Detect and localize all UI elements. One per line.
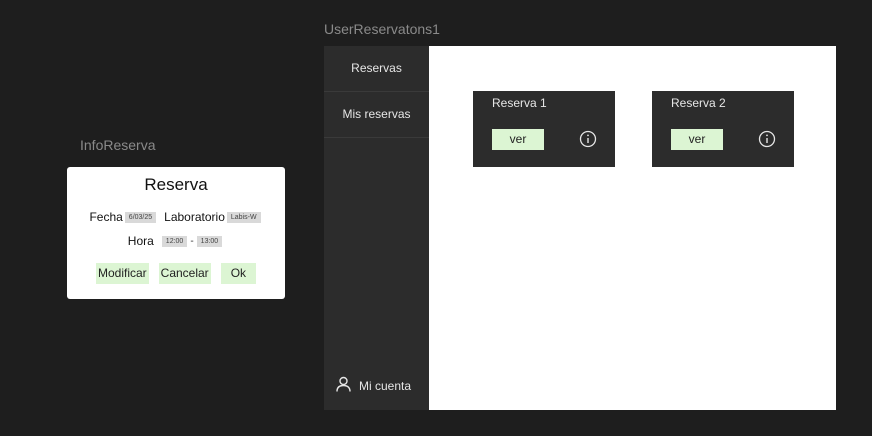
- account-link[interactable]: Mi cuenta: [336, 376, 411, 395]
- account-label: Mi cuenta: [359, 378, 412, 393]
- card-title: Reserva: [144, 175, 208, 194]
- hora-separator: -: [190, 235, 194, 247]
- fecha-value[interactable]: 6/03/25: [124, 211, 157, 223]
- info-icon[interactable]: [758, 130, 776, 148]
- reservation-info-card: Reserva Fecha 6/03/25 Laboratorio Labis-…: [67, 167, 285, 299]
- laboratorio-label: Laboratorio: [164, 210, 225, 224]
- info-icon[interactable]: [579, 130, 597, 148]
- reservation-title: Reserva 2: [671, 96, 726, 110]
- ver-button[interactable]: ver: [671, 129, 723, 150]
- time-row: Hora 12:00 - 13:00: [67, 234, 285, 248]
- modificar-button[interactable]: Modificar: [95, 263, 149, 284]
- hora-end-value[interactable]: 13:00: [196, 235, 223, 247]
- reservation-card: Reserva 1 ver: [473, 91, 615, 167]
- card-actions: Modificar Cancelar Ok: [67, 263, 285, 284]
- reservation-title: Reserva 1: [492, 96, 547, 110]
- sidebar-item-mis-reservas[interactable]: Mis reservas: [324, 92, 429, 138]
- user-icon: [336, 376, 351, 395]
- sidebar-item-reservas[interactable]: Reservas: [324, 46, 429, 92]
- fecha-label: Fecha: [89, 210, 123, 224]
- main-content: Reserva 1 ver Reserva 2 ver: [429, 46, 836, 410]
- hora-label: Hora: [127, 234, 154, 248]
- info-reserva-frame-label: InfoReserva: [80, 137, 156, 153]
- ok-button[interactable]: Ok: [220, 263, 257, 284]
- date-lab-row: Fecha 6/03/25 Laboratorio Labis-W: [67, 210, 285, 224]
- reservation-card: Reserva 2 ver: [652, 91, 794, 167]
- laboratorio-value[interactable]: Labis-W: [226, 211, 261, 223]
- ver-button[interactable]: ver: [492, 129, 544, 150]
- sidebar: Reservas Mis reservas Mi cuenta: [324, 46, 429, 410]
- cancelar-button[interactable]: Cancelar: [158, 263, 211, 284]
- hora-start-value[interactable]: 12:00: [161, 235, 188, 247]
- user-reservations-frame-label: UserReservatons1: [324, 21, 440, 37]
